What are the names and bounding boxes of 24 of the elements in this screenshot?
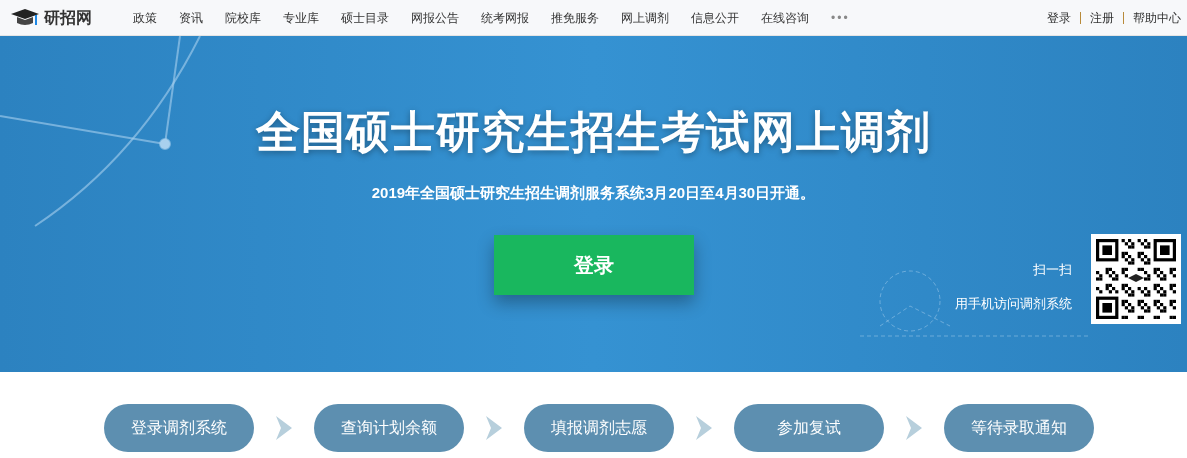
nav-link[interactable]: 专业库 — [283, 8, 319, 27]
header-link[interactable]: 帮助中心 — [1123, 11, 1181, 24]
chevron-right-icon — [275, 416, 292, 440]
nav-link[interactable]: 政策 — [133, 8, 157, 27]
nav-link[interactable]: 信息公开 — [691, 8, 739, 27]
header-link[interactable]: 注册 — [1080, 11, 1114, 24]
scan-label: 扫一扫 — [1033, 261, 1072, 279]
header-link[interactable]: 登录 — [1047, 11, 1071, 24]
nav-link[interactable]: 院校库 — [225, 8, 261, 27]
graduation-cap-icon — [10, 8, 40, 27]
nav-link[interactable]: 资讯 — [179, 8, 203, 27]
chevron-right-icon — [905, 416, 922, 440]
chevron-right-icon — [485, 416, 502, 440]
nav-link[interactable]: 在线咨询 — [761, 8, 809, 27]
hero-title: 全国硕士研究生招生考试网上调剂 — [256, 106, 931, 158]
scan-hint: 用手机访问调剂系统 — [955, 294, 1072, 313]
nav-link[interactable]: 网报公告 — [411, 8, 459, 27]
chevron-right-icon — [695, 416, 712, 440]
site-logo[interactable]: 研招网 — [44, 5, 92, 30]
nav-link[interactable]: 硕士目录 — [341, 8, 389, 27]
nav-link[interactable]: 统考网报 — [481, 8, 529, 27]
hero-subtitle: 2019年全国硕士研究生招生调剂服务系统3月20日至4月30日开通。 — [371, 183, 816, 203]
nav-link[interactable]: 网上调剂 — [621, 8, 669, 27]
nav-link[interactable]: 推免服务 — [551, 8, 599, 27]
